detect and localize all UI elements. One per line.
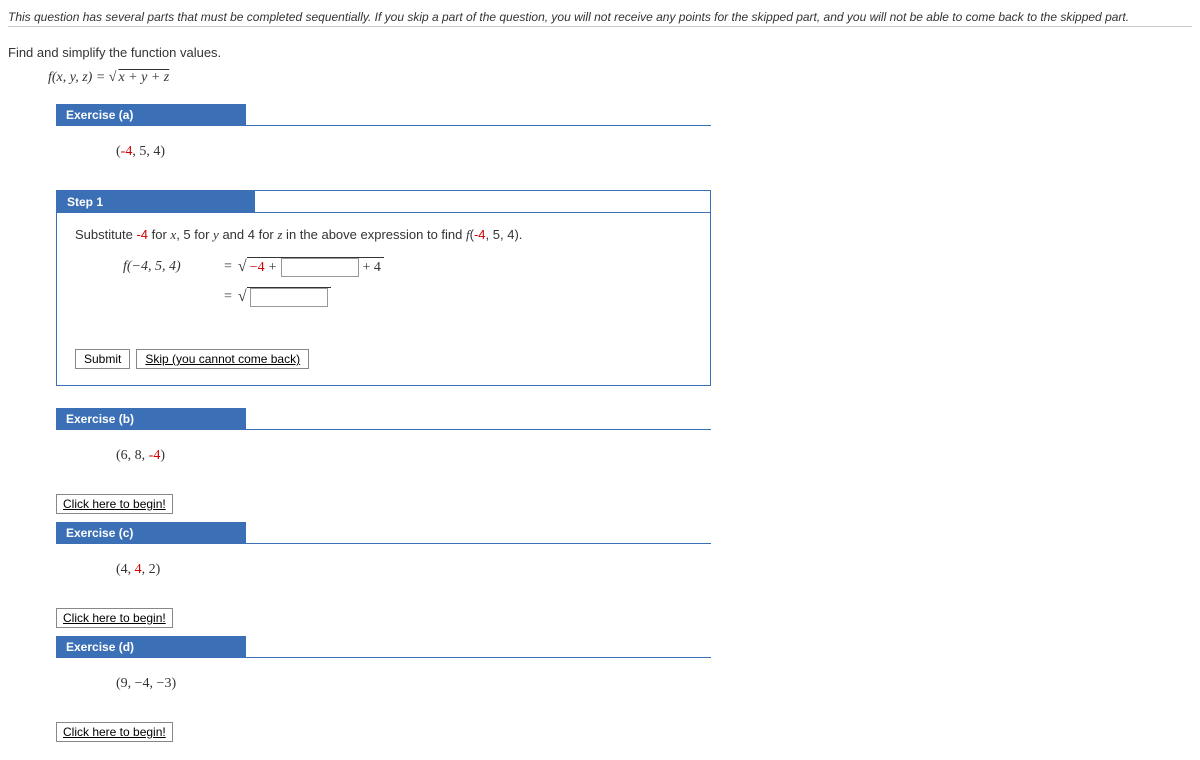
ex-c-suffix: , 2) [142, 562, 161, 577]
exercise-a-value: (-4, 5, 4) [116, 144, 711, 160]
exercise-c-value: (4, 4, 2) [116, 562, 711, 578]
exercise-a-label: Exercise (a) [56, 104, 246, 126]
step-1-box: Step 1 Substitute -4 for x, 5 for y and … [56, 190, 711, 386]
ex-b-suffix: ) [160, 448, 165, 463]
step1-equation-2: = √ [123, 287, 692, 307]
exercise-d-rule [246, 657, 711, 658]
step-1-text: Substitute -4 for x, 5 for y and 4 for z… [75, 227, 692, 243]
eq2-eq: = [224, 289, 232, 305]
begin-button-d[interactable]: Click here to begin! [56, 722, 173, 742]
s1-m3: and 4 for [219, 227, 278, 242]
step1-blank-1[interactable] [281, 258, 359, 277]
step1-blank-2[interactable] [250, 288, 328, 307]
ex-b-red: -4 [149, 448, 161, 463]
exercise-c-rule [246, 543, 711, 544]
ex-c-red: 4 [135, 562, 142, 577]
eq1-neg4: −4 [250, 260, 265, 276]
begin-button-c[interactable]: Click here to begin! [56, 608, 173, 628]
formula-lhs: f(x, y, z) = [48, 70, 109, 85]
eq2-radical: √ [238, 287, 331, 307]
eq1-eq: = [224, 259, 232, 275]
ex-d-text: (9, −4, −3) [116, 676, 176, 691]
ex-c-prefix: (4, [116, 562, 135, 577]
eq1-lhs: f(−4, 5, 4) [123, 259, 218, 275]
exercise-c-header: Exercise (c) [56, 522, 711, 544]
eq1-plus1: + [269, 260, 277, 276]
step1-equation-1: f(−4, 5, 4) = √ −4 + + 4 [123, 257, 692, 277]
exercise-a-header: Exercise (a) [56, 104, 711, 126]
eq1-radical: √ −4 + + 4 [238, 257, 384, 277]
sqrt-icon: √ [238, 258, 247, 276]
formula-radicand: x + y + z [116, 70, 169, 85]
s1-m1: for [148, 227, 170, 242]
s1-red: -4 [136, 227, 148, 242]
sequential-parts-warning: This question has several parts that mus… [8, 10, 1192, 27]
sqrt-icon: √ [238, 288, 247, 306]
submit-button[interactable]: Submit [75, 349, 130, 369]
exercise-d-label: Exercise (d) [56, 636, 246, 658]
step-1-rule [255, 191, 710, 213]
begin-button-b[interactable]: Click here to begin! [56, 494, 173, 514]
skip-button[interactable]: Skip (you cannot come back) [136, 349, 309, 369]
step1-button-row: Submit Skip (you cannot come back) [75, 349, 692, 369]
function-definition: f(x, y, z) = x + y + z [48, 70, 1192, 86]
exercise-d-header: Exercise (d) [56, 636, 711, 658]
s1-m4: in the above expression to find [282, 227, 466, 242]
skip-button-text: Skip (you cannot come back) [145, 352, 300, 366]
s1-pre: Substitute [75, 227, 136, 242]
s1-red2: -4 [474, 227, 486, 242]
s1-close: , 5, 4). [486, 227, 523, 242]
exercise-b-value: (6, 8, -4) [116, 448, 711, 464]
ex-b-prefix: (6, 8, [116, 448, 149, 463]
exercise-d-value: (9, −4, −3) [116, 676, 711, 692]
exercise-b-label: Exercise (b) [56, 408, 246, 430]
s1-m2: , 5 for [176, 227, 213, 242]
eq1-plus4: + 4 [363, 260, 381, 276]
exercise-c-label: Exercise (c) [56, 522, 246, 544]
exercise-b-rule [246, 429, 711, 430]
question-prompt: Find and simplify the function values. [8, 45, 1192, 60]
ex-a-suffix: , 5, 4) [132, 144, 165, 159]
step-1-label: Step 1 [57, 191, 255, 213]
exercise-b-header: Exercise (b) [56, 408, 711, 430]
ex-a-red: -4 [121, 144, 133, 159]
exercise-a-rule [246, 125, 711, 126]
